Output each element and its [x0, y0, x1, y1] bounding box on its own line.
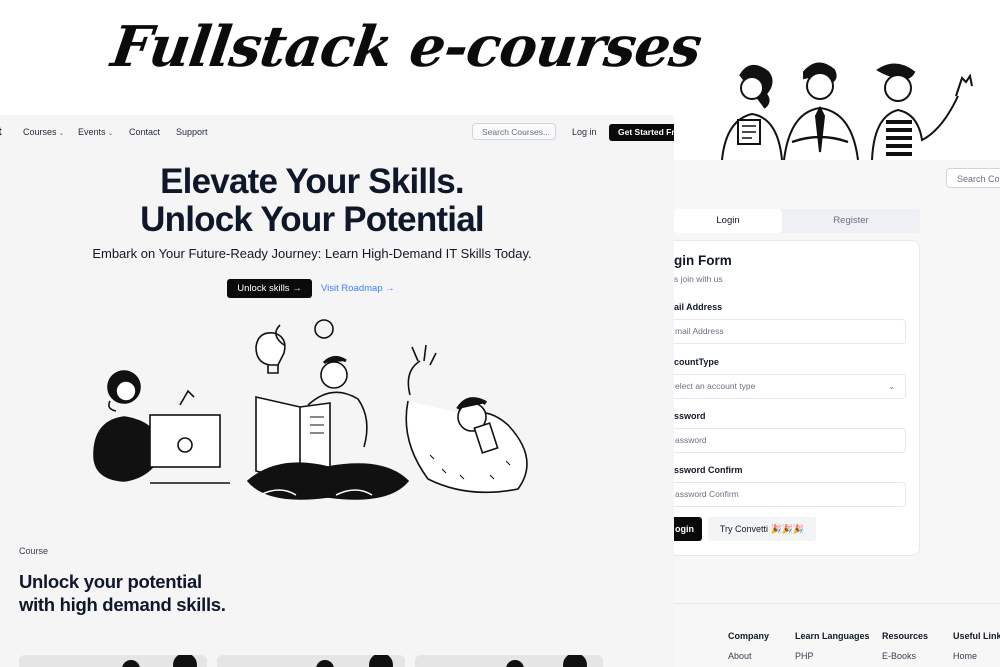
- brand-logo-text[interactable]: t: [0, 126, 2, 138]
- footer-heading-company: Company: [728, 631, 770, 641]
- login-link[interactable]: Log in: [572, 127, 597, 137]
- course-card-thumbnail: [316, 655, 393, 667]
- banner-title: Fullstack e-courses: [107, 14, 705, 80]
- account-type-value: elect an account type: [675, 381, 756, 391]
- tab-login[interactable]: Login: [674, 209, 782, 233]
- course-section-title-line2: with high demand skills.: [19, 594, 226, 615]
- unlock-skills-button[interactable]: Unlock skills →: [227, 279, 312, 298]
- chevron-down-icon: ⌄: [58, 130, 65, 137]
- nav-item-events[interactable]: Events ⌄: [78, 127, 113, 137]
- email-field[interactable]: mail Address: [674, 319, 906, 344]
- account-type-label: countType: [674, 357, 719, 367]
- hero-title-line1: Elevate Your Skills.: [160, 162, 465, 201]
- get-started-button[interactable]: Get Started Fr: [609, 124, 674, 141]
- footer-link-php[interactable]: PHP: [795, 651, 814, 661]
- visit-roadmap-link[interactable]: Visit Roadmap →: [321, 283, 395, 294]
- footer-divider: [674, 603, 1000, 604]
- search-courses-input[interactable]: Search Courses...: [472, 123, 556, 140]
- footer-link-ebooks[interactable]: E-Books: [882, 651, 916, 661]
- hero-illustration: [93, 319, 528, 500]
- course-card-thumbnail: [122, 655, 197, 667]
- tab-register[interactable]: Register: [782, 209, 920, 233]
- password-confirm-label: ssword Confirm: [674, 465, 743, 475]
- search-input[interactable]: Search Co: [946, 168, 1000, 188]
- course-section-label: Course: [19, 546, 49, 556]
- auth-page-window: Search Co Login Register gin Form s join…: [674, 160, 1000, 667]
- nav-item-support[interactable]: Support: [176, 127, 208, 137]
- account-type-select[interactable]: elect an account type ⌄: [674, 374, 906, 399]
- footer-link-about[interactable]: About: [728, 651, 752, 661]
- nav-item-courses[interactable]: Courses ⌄: [23, 127, 64, 137]
- top-navbar: t Courses⌄ Events⌄ Contact Support Searc…: [0, 115, 674, 151]
- landing-page-window: t Courses⌄ Events⌄ Contact Support Searc…: [0, 115, 674, 667]
- footer-link-home[interactable]: Home: [953, 651, 977, 661]
- course-card[interactable]: [415, 655, 603, 667]
- chevron-down-icon: ⌄: [888, 382, 895, 391]
- password-field[interactable]: assword: [674, 428, 906, 453]
- footer-heading-learn-languages: Learn Languages: [795, 631, 870, 641]
- course-section-title: Unlock your potential with high demand s…: [19, 570, 279, 616]
- try-convetti-button[interactable]: Try Convetti 🎉🎉🎉: [708, 517, 816, 541]
- form-title: gin Form: [674, 253, 732, 268]
- course-card[interactable]: [217, 655, 405, 667]
- login-submit-button[interactable]: ogin: [674, 517, 702, 541]
- footer-heading-resources: Resources: [882, 631, 929, 641]
- hero-subtitle: Embark on Your Future-Ready Journey: Lea…: [92, 246, 532, 261]
- course-card[interactable]: [19, 655, 207, 667]
- chevron-down-icon: ⌄: [107, 130, 114, 137]
- email-label: ail Address: [674, 302, 723, 312]
- password-label: ssword: [674, 411, 706, 421]
- auth-tabs: Login Register: [674, 209, 920, 233]
- course-section-title-line1: Unlock your potential: [19, 571, 202, 592]
- nav-item-contact[interactable]: Contact: [129, 127, 160, 137]
- password-confirm-field[interactable]: assword Confirm: [674, 482, 906, 507]
- course-card-thumbnail: [506, 655, 587, 667]
- footer-heading-useful-links: Useful Link: [953, 631, 1000, 641]
- people-illustration: [721, 62, 973, 160]
- hero-title-line2: Unlock Your Potential: [140, 200, 484, 239]
- form-subtitle: s join with us: [674, 274, 723, 284]
